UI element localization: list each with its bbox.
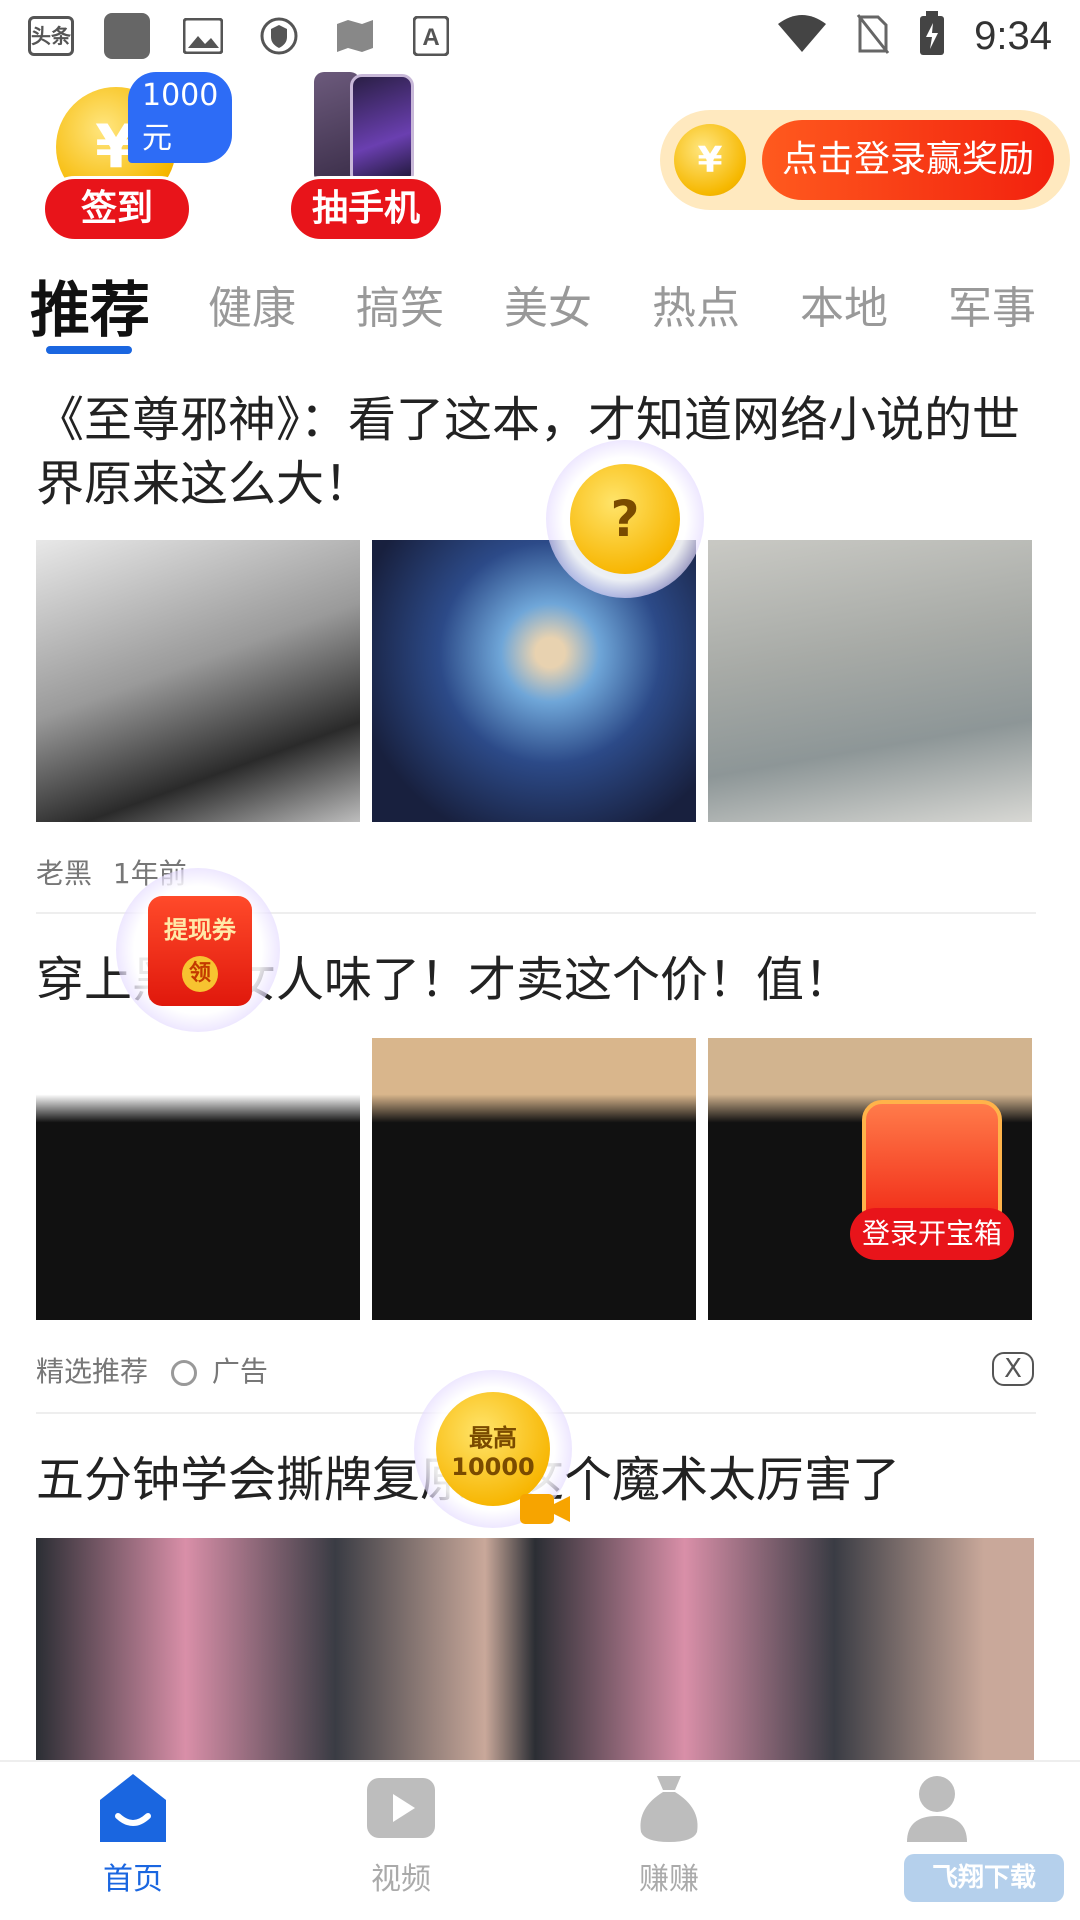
- close-ad-button[interactable]: X: [992, 1352, 1034, 1386]
- login-reward-button[interactable]: 点击登录赢奖励: [762, 120, 1054, 200]
- max-reward-bubble[interactable]: 最高 10000: [414, 1370, 572, 1528]
- treasure-chest-label[interactable]: 登录开宝箱: [850, 1208, 1014, 1260]
- nav-video[interactable]: 视频: [326, 1772, 476, 1898]
- promo-row: ¥ 1000元 签到 抽手机 ¥ 点击登录赢奖励: [0, 72, 1080, 252]
- ad-label: 广告: [211, 1355, 268, 1388]
- app-badge-text: 头条: [28, 16, 74, 56]
- article-author: 老黑: [36, 857, 93, 890]
- video-play-icon: [367, 1778, 435, 1838]
- square-app-icon: [104, 13, 150, 59]
- max-reward-label: 最高: [469, 1423, 517, 1452]
- claim-coin: 领: [182, 956, 218, 992]
- clock-time: 9:34: [974, 13, 1052, 58]
- status-bar: 头条 A 9:34: [0, 0, 1080, 72]
- tab-beauty[interactable]: 美女: [504, 272, 592, 336]
- user-icon: [907, 1776, 967, 1842]
- font-a-icon: A: [408, 13, 454, 59]
- nav-video-label: 视频: [371, 1862, 431, 1897]
- tab-funny[interactable]: 搞笑: [356, 272, 444, 336]
- withdraw-coupon-bubble[interactable]: 提现券 领: [116, 868, 280, 1032]
- question-coin-bubble[interactable]: ?: [546, 440, 704, 598]
- withdraw-coupon-label: 提现券: [164, 916, 236, 944]
- article-image-archer[interactable]: [36, 540, 360, 822]
- yuan-coin-icon: ¥: [674, 124, 746, 196]
- question-coin-icon: ?: [570, 464, 680, 574]
- tab-local[interactable]: 本地: [800, 272, 888, 336]
- signin-button[interactable]: 签到: [42, 176, 192, 242]
- phone-lottery-button[interactable]: 抽手机: [288, 176, 444, 242]
- active-tab-indicator: [46, 346, 132, 354]
- no-sim-icon: [856, 13, 890, 59]
- phone-image-icon: [314, 72, 418, 188]
- watermark-logo: 飞翔下载: [904, 1854, 1064, 1902]
- video-camera-icon: [520, 1490, 572, 1528]
- ad-meta: 精选推荐 广告: [36, 1350, 268, 1390]
- ad-info-icon: [170, 1360, 197, 1386]
- tab-hot[interactable]: 热点: [652, 272, 740, 336]
- ad-image-1[interactable]: [36, 1038, 360, 1320]
- treasure-chest-icon: [862, 1100, 1002, 1218]
- max-reward-value: 10000: [451, 1452, 535, 1481]
- battery-icon: [918, 11, 946, 61]
- ad-image-2[interactable]: [372, 1038, 696, 1320]
- bottom-navigation: 首页 视频 赚赚 飞翔下载: [0, 1760, 1080, 1920]
- nav-home-label: 首页: [103, 1862, 163, 1897]
- tab-military[interactable]: 军事: [948, 272, 1036, 336]
- wifi-icon: [776, 14, 828, 58]
- treasure-chest-widget[interactable]: 登录开宝箱: [850, 1100, 1014, 1266]
- max-reward-coin: 最高 10000: [436, 1392, 550, 1506]
- nav-home[interactable]: 首页: [58, 1772, 208, 1898]
- home-icon: [100, 1774, 166, 1842]
- shield-icon: [256, 13, 302, 59]
- image-icon: [180, 13, 226, 59]
- signin-reward-badge: 1000元: [128, 72, 233, 163]
- signin-promo[interactable]: ¥ 1000元 签到: [36, 72, 233, 252]
- nav-earn[interactable]: 赚赚: [594, 1772, 744, 1898]
- phone-lottery-promo[interactable]: 抽手机: [286, 72, 446, 252]
- article-title[interactable]: 《至尊邪神》：看了这本，才知道网络小说的世界原来这么大！: [36, 388, 1046, 516]
- nav-profile[interactable]: [862, 1772, 1012, 1854]
- tab-health[interactable]: 健康: [208, 272, 296, 336]
- category-tabs: 推荐 健康 搞笑 美女 热点 本地 军事: [0, 262, 1080, 354]
- login-reward-banner[interactable]: ¥ 点击登录赢奖励: [660, 110, 1070, 210]
- map-icon: [332, 13, 378, 59]
- nav-earn-label: 赚赚: [639, 1862, 699, 1897]
- question-mark-text: ?: [610, 490, 640, 548]
- money-bag-icon: [640, 1776, 698, 1842]
- tab-recommend[interactable]: 推荐: [30, 262, 150, 349]
- svg-text:A: A: [422, 24, 439, 51]
- video-thumbnail[interactable]: [36, 1538, 1034, 1760]
- ad-source: 精选推荐: [36, 1355, 149, 1388]
- withdraw-coupon-icon: 提现券 领: [148, 896, 252, 1006]
- toutiao-app-icon: 头条: [28, 13, 74, 59]
- article-image-swordsman[interactable]: [708, 540, 1032, 822]
